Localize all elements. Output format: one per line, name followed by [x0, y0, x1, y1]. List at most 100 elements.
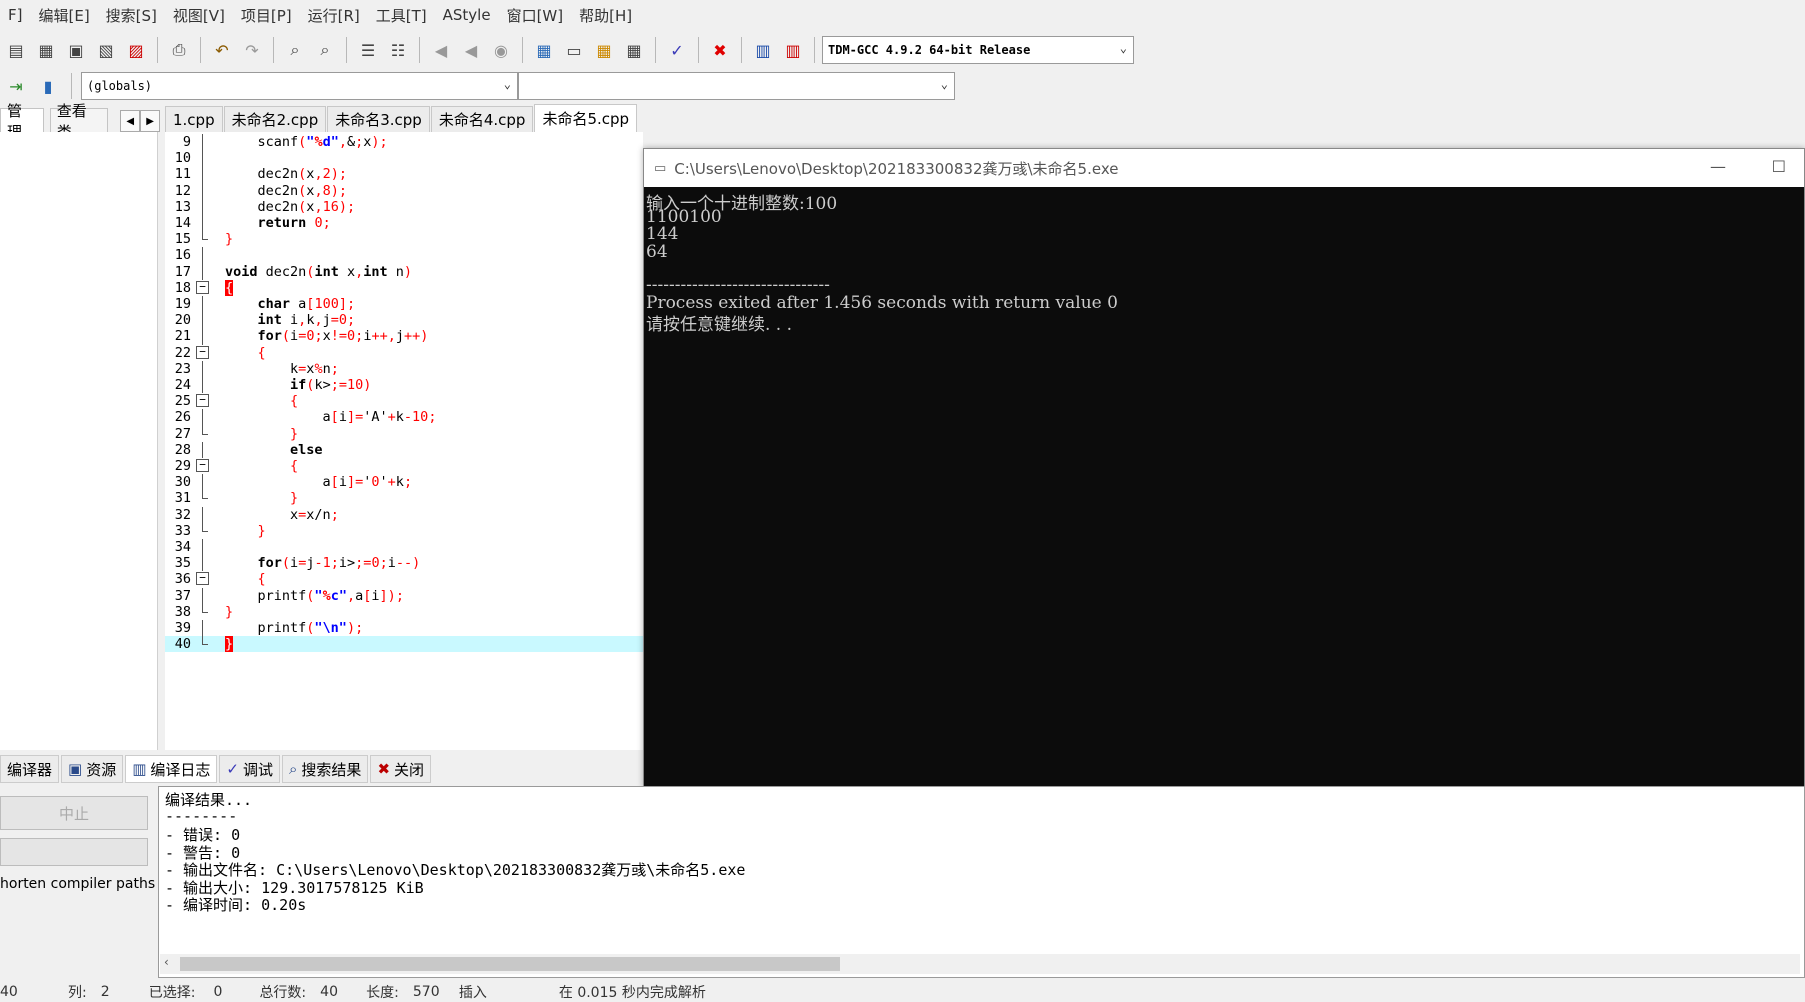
scroll-left-icon[interactable]: ‹ [164, 955, 169, 969]
code-line: 11 dec2n(x,2); [165, 166, 643, 183]
menu-item[interactable]: F] [0, 6, 30, 24]
console-window[interactable]: ▭ C:\Users\Lenovo\Desktop\202183300832龚万… [643, 148, 1805, 788]
close-file-icon[interactable]: ▨ [122, 36, 150, 64]
fold-line [202, 441, 203, 458]
scope-select[interactable]: (globals) ⌄ [81, 72, 518, 100]
fold-line [202, 328, 203, 345]
back-icon[interactable]: ◀ [427, 36, 455, 64]
collapse-icon[interactable]: − [196, 280, 209, 294]
abort-button-label: 中止 [58, 804, 89, 823]
class-browser-icon[interactable]: ▮ [34, 72, 62, 100]
menu-item[interactable]: 帮助[H] [571, 5, 640, 26]
line-number: 38 [174, 603, 191, 620]
collapse-icon[interactable]: − [196, 345, 209, 359]
tab-manage[interactable]: 管理 [0, 102, 44, 141]
line-number: 26 [174, 409, 191, 426]
line-number: 21 [174, 328, 191, 345]
replace-icon[interactable]: ⌕ [311, 36, 339, 64]
code-text: int i,k,j=0; [257, 312, 356, 329]
bottom-tab[interactable]: ⌕ 搜索结果 [282, 755, 369, 783]
compiler-select[interactable]: TDM-GCC 4.9.2 64-bit Release ⌄ [822, 36, 1134, 64]
compile-icon[interactable]: ▦ [530, 36, 558, 64]
fold-gutter [191, 134, 223, 151]
scrollbar-thumb[interactable] [180, 957, 840, 971]
menu-item[interactable]: 运行[R] [300, 5, 368, 26]
chart-icon[interactable]: ▥ [749, 36, 777, 64]
profile-delete-icon[interactable]: ▥ [779, 36, 807, 64]
new-file-icon[interactable]: ▤ [2, 36, 30, 64]
console-output[interactable]: 输入一个十进制整数:100 1100100 144 64 ---------------… [644, 187, 1804, 787]
editor-tab[interactable]: 未命名4.cpp [430, 106, 534, 132]
code-text: void dec2n(int x,int n) [225, 263, 413, 280]
undo-icon[interactable]: ↶ [208, 36, 236, 64]
print-icon[interactable]: ⎙ [165, 36, 193, 64]
redo-icon[interactable]: ↷ [238, 36, 266, 64]
menu-item[interactable]: 视图[V] [165, 5, 233, 26]
fold-gutter [191, 425, 223, 442]
menu-item[interactable]: 项目[P] [233, 5, 300, 26]
code-line: 12 dec2n(x,8); [165, 182, 643, 199]
find-icon[interactable]: ⌕ [281, 36, 309, 64]
stop-icon[interactable]: ✖ [706, 36, 734, 64]
menu-item[interactable]: 窗口[W] [499, 5, 572, 26]
devcpp-window: F] 编辑[E] 搜索[S] 视图[V] 项目[P] 运行[R] 工具[T] AStyle 窗口… [0, 0, 1805, 1002]
code-line: 14 return 0; [165, 215, 643, 232]
maximize-icon[interactable]: ☐ [1772, 157, 1786, 176]
save-icon[interactable]: ▣ [62, 36, 90, 64]
code-line: 40} [165, 636, 643, 653]
unindent-icon[interactable]: ☷ [384, 36, 412, 64]
editor-tab[interactable]: 1.cpp [165, 106, 223, 132]
fold-gutter: − [191, 458, 223, 474]
bookmark-icon[interactable]: ◉ [487, 36, 515, 64]
menu-item[interactable]: 工具[T] [368, 5, 435, 26]
bottom-tab[interactable]: 编译器 [0, 755, 60, 783]
line-number: 11 [174, 166, 191, 183]
indent-icon[interactable]: ☰ [354, 36, 382, 64]
log-line: - 输出文件名: C:\Users\Lenovo\Desktop\2021833… [165, 861, 746, 879]
console-titlebar[interactable]: ▭ C:\Users\Lenovo\Desktop\202183300832龚万… [644, 149, 1804, 187]
collapse-icon[interactable]: − [196, 394, 209, 408]
run-icon[interactable]: ▭ [560, 36, 588, 64]
member-select[interactable]: ⌄ [518, 72, 955, 100]
save-all-icon[interactable]: ▧ [92, 36, 120, 64]
collapse-icon[interactable]: − [196, 459, 209, 472]
bottom-tab[interactable]: ✖ 关闭 [370, 755, 432, 783]
rebuild-icon[interactable]: ▦ [620, 36, 648, 64]
compile-log[interactable]: 编译结果... -------- - 错误: 0- 警告: 0- 输出文件名: C:… [158, 786, 1805, 978]
menu-item[interactable]: 搜索[S] [98, 5, 165, 26]
compile-run-icon[interactable]: ▦ [590, 36, 618, 64]
editor-tab[interactable]: 未命名3.cpp [327, 106, 430, 132]
code-line: 26 a[i]='A'+k-10; [165, 409, 643, 426]
fold-line [202, 263, 203, 280]
tab-class-view[interactable]: 查看类 [49, 102, 109, 141]
fold-gutter [191, 474, 223, 491]
abort-button[interactable]: 中止 [0, 796, 148, 830]
log-horizontal-scrollbar[interactable]: ‹ [160, 954, 1800, 974]
menu-item[interactable]: AStyle [435, 6, 499, 24]
code-editor[interactable]: 9 scanf("%d",&;x); 10 11 dec2n(x,2); 12 dec… [165, 132, 643, 750]
fold-gutter [191, 490, 223, 506]
bottom-tab[interactable]: ▣ 资源 [61, 755, 124, 783]
goto-icon[interactable]: ⇥ [2, 72, 30, 100]
bottom-tab[interactable]: ▥ 编译日志 [125, 755, 218, 783]
progress-bar [0, 838, 148, 866]
editor-tab[interactable]: 未命名2.cpp [223, 106, 327, 132]
minimize-icon[interactable]: — [1710, 157, 1726, 176]
fold-gutter [191, 182, 223, 199]
tab-scroll-left-icon[interactable]: ◀ [120, 110, 141, 132]
collapse-icon[interactable]: − [196, 572, 209, 586]
check-icon: ✓ [226, 760, 239, 778]
toolbar-separator [698, 37, 699, 63]
status-len: 570 [412, 984, 440, 1000]
code-text: a[i]='A'+k-10; [225, 409, 437, 426]
shorten-paths-checkbox[interactable]: horten compiler paths [0, 876, 155, 892]
menu-item[interactable]: 编辑[E] [30, 5, 97, 26]
forward-icon[interactable]: ◀ [457, 36, 485, 64]
editor-tab[interactable]: 未命名5.cpp [534, 104, 638, 132]
tab-scroll-right-icon[interactable]: ▶ [140, 110, 160, 132]
line-number: 20 [174, 312, 191, 329]
syntax-check-icon[interactable]: ✓ [663, 36, 691, 64]
bottom-tab[interactable]: ✓ 调试 [219, 755, 281, 783]
open-icon[interactable]: ▦ [32, 36, 60, 64]
code-text: scanf("%d",&;x); [225, 134, 388, 151]
